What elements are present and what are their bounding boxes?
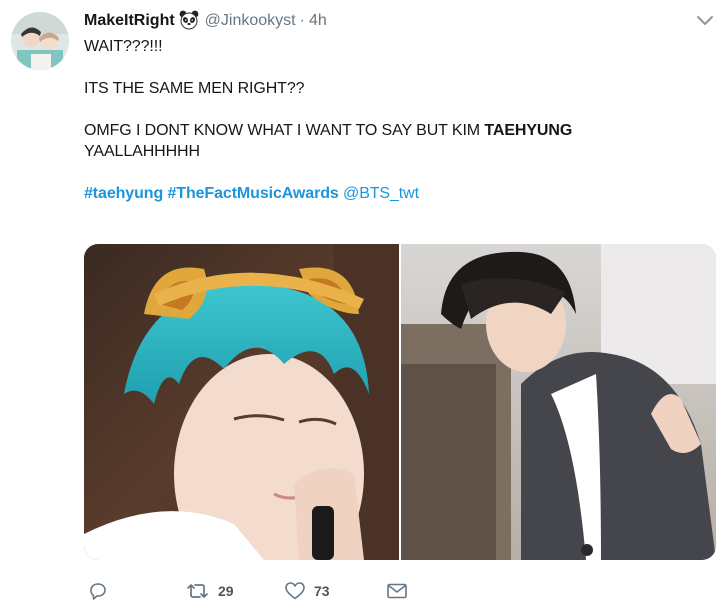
tweet-text-segment: OMFG I DONT KNOW WHAT I WANT TO SAY BUT …: [84, 122, 485, 139]
like-button[interactable]: 73: [284, 578, 330, 604]
reply-icon: [88, 581, 108, 601]
media-grid: [84, 244, 716, 560]
retweet-button[interactable]: 29: [186, 578, 234, 604]
tweet-bold-text: TAEHYUNG: [484, 122, 573, 139]
retweet-count: 29: [218, 583, 234, 599]
retweet-icon: [186, 581, 210, 601]
panda-icon: [179, 10, 199, 30]
tweet-tags-line: #taehyung #TheFactMusicAwards @BTS_twt: [84, 183, 704, 204]
user-handle[interactable]: @Jinkookyst: [205, 12, 296, 30]
tweet-text: WAIT???!!! ITS THE SAME MEN RIGHT?? OMFG…: [84, 36, 704, 204]
tweet[interactable]: MakeItRight @Jinkookyst · 4h WAIT???!!! …: [0, 0, 726, 612]
heart-icon: [284, 581, 306, 601]
reply-button[interactable]: [88, 578, 108, 604]
hashtag-link[interactable]: #TheFactMusicAwards: [167, 185, 338, 202]
timestamp[interactable]: 4h: [309, 12, 327, 30]
like-count: 73: [314, 583, 330, 599]
display-name[interactable]: MakeItRight: [84, 12, 175, 30]
tweet-line: OMFG I DONT KNOW WHAT I WANT TO SAY BUT …: [84, 120, 704, 141]
avatar[interactable]: [11, 12, 69, 70]
envelope-icon: [386, 582, 408, 600]
mention-link[interactable]: @BTS_twt: [343, 185, 419, 202]
tweet-line: YAALLAHHHHH: [84, 143, 200, 160]
tweet-line: WAIT???!!!: [84, 38, 163, 55]
chevron-down-icon[interactable]: [696, 14, 714, 28]
photo[interactable]: [401, 244, 716, 560]
separator: ·: [299, 12, 305, 29]
photo[interactable]: [84, 244, 399, 560]
hashtag-link[interactable]: #taehyung: [84, 185, 163, 202]
tweet-header: MakeItRight @Jinkookyst · 4h: [84, 10, 327, 32]
direct-message-button[interactable]: [386, 578, 408, 604]
tweet-line: ITS THE SAME MEN RIGHT??: [84, 80, 305, 97]
